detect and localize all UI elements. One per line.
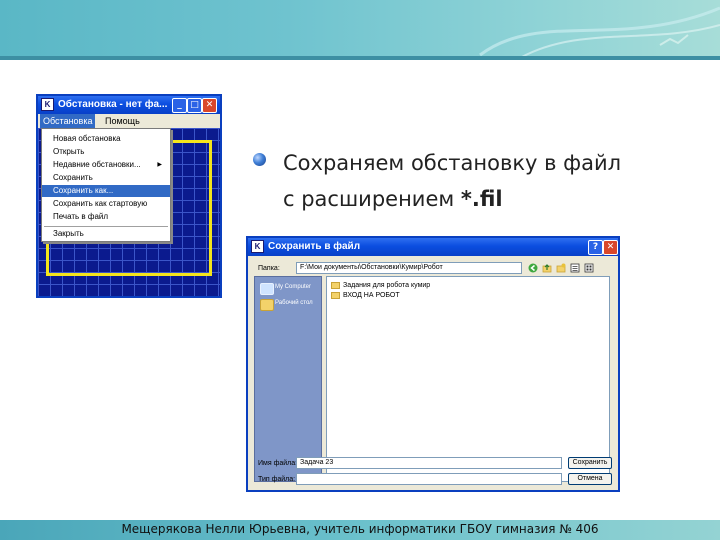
filename-input[interactable]: Задача 23 [296,457,562,469]
bullet-icon [253,153,266,166]
places-bar: My Computer Рабочий стол [254,276,322,482]
save-dialog-titlebar[interactable]: K Сохранить в файл ? ✕ [248,238,618,256]
computer-icon [260,283,274,295]
slide-text-line2: с расширением *.fil [283,181,703,217]
file-item-label: Задания для робота кумир [343,282,431,289]
filename-value: Задача 23 [300,459,334,466]
save-dialog-title: Сохранить в файл [268,241,361,252]
folder-icon [331,291,340,299]
menu-item-save-as[interactable]: Сохранить как... [42,185,170,197]
slide-text-line1: Сохраняем обстановку в файл [283,151,622,175]
cancel-button[interactable]: Отмена [568,473,612,485]
view-menu-icon[interactable] [570,263,580,273]
dialog-close-button[interactable]: ✕ [603,240,618,255]
menu-item-close[interactable]: Закрыть [42,228,170,240]
back-icon[interactable] [528,263,538,273]
slide-body-text: Сохраняем обстановку в файл с расширение… [283,145,703,217]
menu-item-recent[interactable]: Недавние обстановки... ▶ [42,159,170,171]
maximize-button[interactable]: □ [187,98,202,113]
place-my-computer-label: My Computer [275,284,312,290]
environment-title: Обстановка - нет фа... [58,99,168,110]
minimize-button[interactable]: _ [172,98,187,113]
folder-path-value: F:\Мои документы\Обстановки\Кумир\Робот [300,264,443,271]
save-dialog-window: K Сохранить в файл ? ✕ Папка: F:\Мои доку… [246,236,620,492]
dialog-app-icon: K [251,239,264,253]
menu-help[interactable]: Помощь [102,114,143,128]
filename-label: Имя файла: [258,460,298,467]
menu-item-save-as-start[interactable]: Сохранить как стартовую [42,198,170,210]
environment-titlebar[interactable]: K Обстановка - нет фа... _ □ ✕ [38,96,220,114]
kumir-app-icon: K [41,97,54,111]
folder-icon [331,281,340,289]
new-folder-icon[interactable] [556,263,566,273]
menu-item-save[interactable]: Сохранить [42,172,170,184]
menu-item-new[interactable]: Новая обстановка [42,133,170,145]
place-desktop[interactable]: Рабочий стол [255,297,321,319]
desktop-folder-icon [260,299,274,311]
file-item-label: ВХОД НА РОБОТ [343,292,400,299]
environment-dropdown-menu: Новая обстановка Открыть Недавние обстан… [41,128,171,242]
swirl-decoration-icon [479,6,720,59]
close-button[interactable]: ✕ [202,98,217,113]
filetype-select[interactable] [296,473,562,485]
file-extension: *.fil [460,187,503,211]
environment-menubar: Обстановка Помощь [38,114,220,128]
menu-environment[interactable]: Обстановка [40,114,96,128]
up-folder-icon[interactable] [542,263,552,273]
place-desktop-label: Рабочий стол [275,300,313,306]
footer-author-text: Мещерякова Нелли Юрьевна, учитель информ… [121,522,599,536]
folder-path-select[interactable]: F:\Мои документы\Обстановки\Кумир\Робот [296,262,522,274]
file-item[interactable]: ВХОД НА РОБОТ [331,291,400,300]
menu-item-recent-label: Недавние обстановки... [53,160,141,169]
menu-item-print-to-file[interactable]: Печать в файл [42,211,170,223]
help-button[interactable]: ? [588,240,603,255]
view-details-icon[interactable] [584,263,594,273]
save-button[interactable]: Сохранить [568,457,612,469]
file-list[interactable]: Задания для робота кумир ВХОД НА РОБОТ [326,276,610,482]
folder-label: Папка: [258,265,280,272]
filetype-label: Тип файла: [258,476,296,483]
submenu-arrow-icon: ▶ [157,162,162,168]
menu-item-open[interactable]: Открыть [42,146,170,158]
menu-separator [44,226,168,227]
file-item[interactable]: Задания для робота кумир [331,281,430,290]
header-banner [0,0,720,60]
slide-text-line2-prefix: с расширением [283,187,461,211]
